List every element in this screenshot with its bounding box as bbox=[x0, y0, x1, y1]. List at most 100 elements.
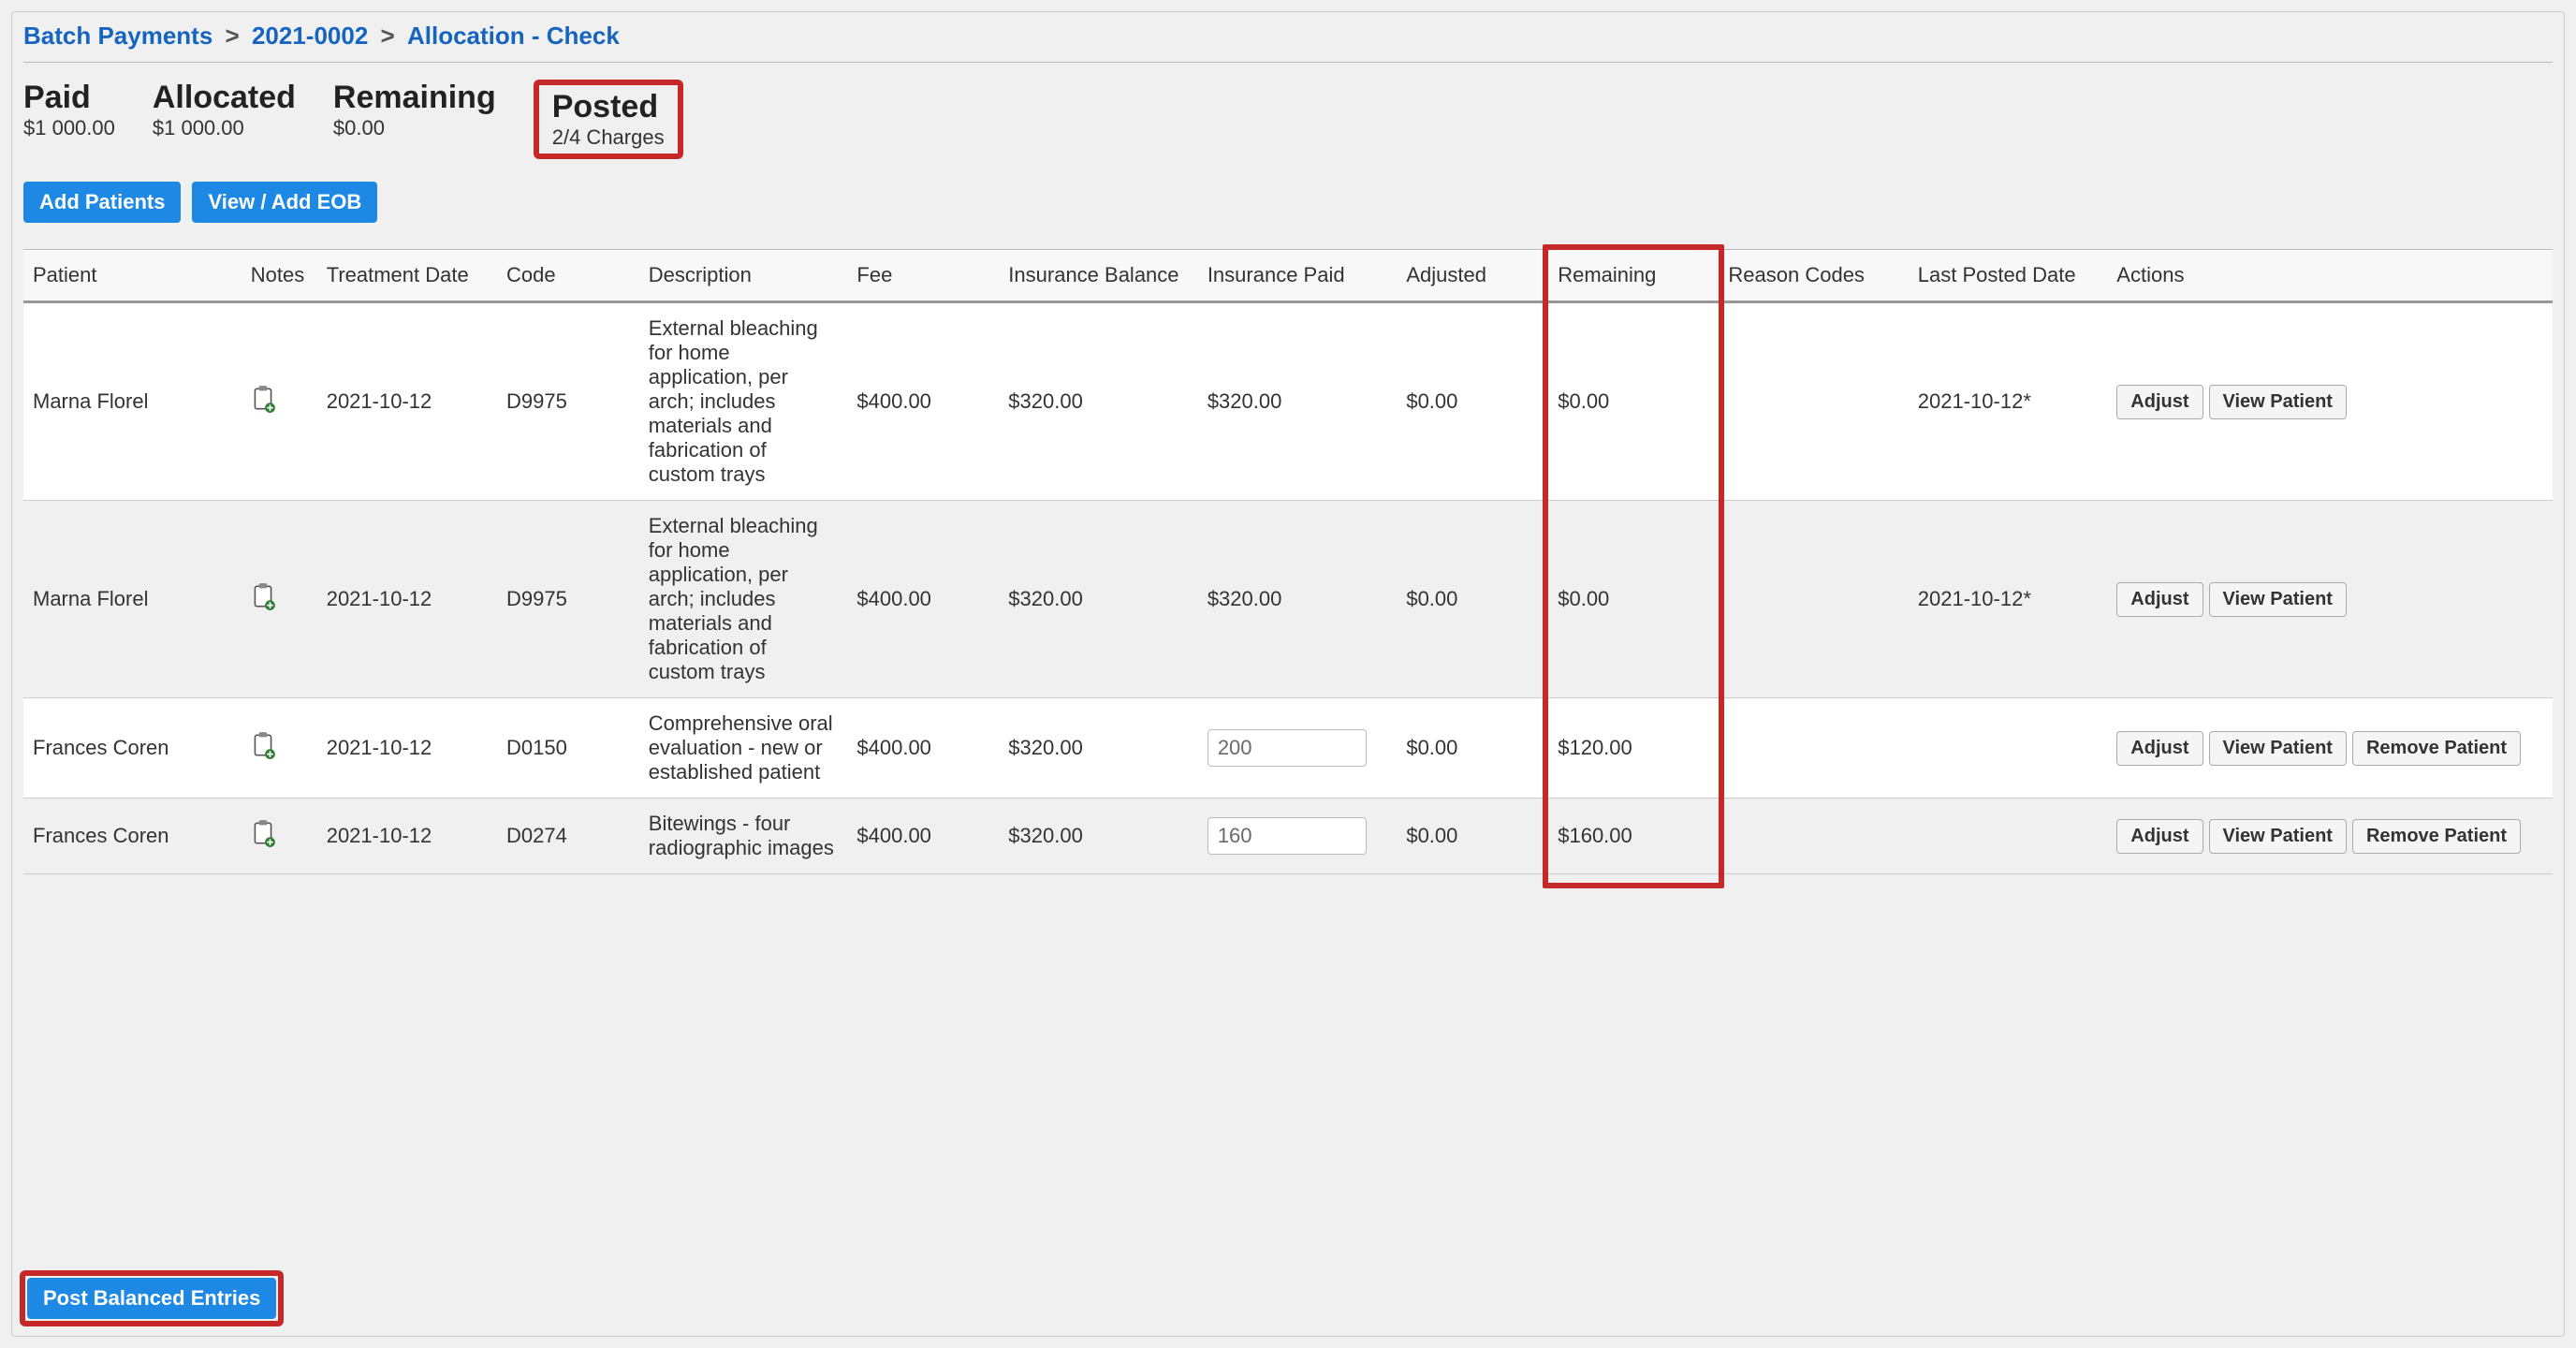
view-patient-button[interactable]: View Patient bbox=[2209, 731, 2347, 766]
cell-actions: AdjustView PatientRemove Patient bbox=[2107, 799, 2553, 874]
notes-clipboard-plus-icon[interactable] bbox=[251, 819, 275, 847]
cell-insurance-paid: $320.00 bbox=[1198, 501, 1398, 698]
post-balanced-entries-button[interactable]: Post Balanced Entries bbox=[27, 1278, 276, 1319]
notes-clipboard-plus-icon[interactable] bbox=[251, 731, 275, 759]
cell-notes bbox=[242, 799, 317, 874]
cell-remaining: $0.00 bbox=[1548, 302, 1719, 501]
summary-remaining-label: Remaining bbox=[333, 80, 496, 116]
summary-paid-value: $1 000.00 bbox=[23, 116, 115, 140]
th-actions: Actions bbox=[2107, 250, 2553, 302]
summary-allocated: Allocated $1 000.00 bbox=[153, 80, 296, 159]
cell-reason-codes bbox=[1719, 698, 1908, 799]
summary-posted: Posted 2/4 Charges bbox=[534, 80, 683, 159]
cell-treatment-date: 2021-10-12 bbox=[317, 501, 497, 698]
cell-patient: Marna Florel bbox=[23, 302, 242, 501]
view-patient-button[interactable]: View Patient bbox=[2209, 819, 2347, 854]
summary-remaining: Remaining $0.00 bbox=[333, 80, 496, 159]
breadcrumb-mid[interactable]: 2021-0002 bbox=[252, 22, 368, 50]
insurance-paid-input[interactable] bbox=[1208, 817, 1367, 855]
cell-fee: $400.00 bbox=[847, 501, 999, 698]
cell-remaining: $0.00 bbox=[1548, 501, 1719, 698]
notes-clipboard-plus-icon[interactable] bbox=[251, 385, 275, 413]
cell-patient: Frances Coren bbox=[23, 698, 242, 799]
th-insurance-balance[interactable]: Insurance Balance bbox=[999, 250, 1198, 302]
cell-actions: AdjustView PatientRemove Patient bbox=[2107, 698, 2553, 799]
adjust-button[interactable]: Adjust bbox=[2116, 819, 2203, 854]
adjust-button[interactable]: Adjust bbox=[2116, 731, 2203, 766]
th-notes[interactable]: Notes bbox=[242, 250, 317, 302]
summary-posted-value: 2/4 Charges bbox=[552, 125, 665, 150]
notes-clipboard-plus-icon[interactable] bbox=[251, 582, 275, 610]
cell-description: Comprehensive oral evaluation - new or e… bbox=[639, 698, 848, 799]
cell-last-posted bbox=[1909, 698, 2108, 799]
summary-row: Paid $1 000.00 Allocated $1 000.00 Remai… bbox=[23, 80, 2553, 159]
adjust-button[interactable]: Adjust bbox=[2116, 582, 2203, 617]
remove-patient-button[interactable]: Remove Patient bbox=[2352, 819, 2521, 854]
summary-paid-label: Paid bbox=[23, 80, 115, 116]
cell-treatment-date: 2021-10-12 bbox=[317, 698, 497, 799]
cell-insurance-paid bbox=[1198, 698, 1398, 799]
th-reason-codes[interactable]: Reason Codes bbox=[1719, 250, 1908, 302]
summary-remaining-value: $0.00 bbox=[333, 116, 496, 140]
cell-adjusted: $0.00 bbox=[1397, 501, 1548, 698]
cell-remaining: $160.00 bbox=[1548, 799, 1719, 874]
charges-table: Patient Notes Treatment Date Code Descri… bbox=[23, 249, 2553, 874]
cell-adjusted: $0.00 bbox=[1397, 698, 1548, 799]
insurance-paid-input[interactable] bbox=[1208, 729, 1367, 767]
cell-patient: Marna Florel bbox=[23, 501, 242, 698]
summary-posted-label: Posted bbox=[552, 89, 665, 125]
cell-fee: $400.00 bbox=[847, 799, 999, 874]
th-insurance-paid[interactable]: Insurance Paid bbox=[1198, 250, 1398, 302]
cell-insurance-balance: $320.00 bbox=[999, 302, 1198, 501]
cell-code: D9975 bbox=[497, 302, 639, 501]
breadcrumb-root[interactable]: Batch Payments bbox=[23, 22, 212, 50]
cell-insurance-balance: $320.00 bbox=[999, 799, 1198, 874]
cell-notes bbox=[242, 302, 317, 501]
cell-fee: $400.00 bbox=[847, 698, 999, 799]
post-balanced-highlight: Post Balanced Entries bbox=[20, 1270, 284, 1326]
cell-treatment-date: 2021-10-12 bbox=[317, 799, 497, 874]
cell-actions: AdjustView Patient bbox=[2107, 501, 2553, 698]
view-add-eob-button[interactable]: View / Add EOB bbox=[192, 182, 377, 223]
cell-reason-codes bbox=[1719, 302, 1908, 501]
cell-description: Bitewings - four radiographic images bbox=[639, 799, 848, 874]
cell-remaining: $120.00 bbox=[1548, 698, 1719, 799]
cell-notes bbox=[242, 698, 317, 799]
summary-paid: Paid $1 000.00 bbox=[23, 80, 115, 159]
th-patient[interactable]: Patient bbox=[23, 250, 242, 302]
breadcrumb-current: Allocation - Check bbox=[407, 22, 620, 50]
view-patient-button[interactable]: View Patient bbox=[2209, 582, 2347, 617]
cell-code: D9975 bbox=[497, 501, 639, 698]
th-code[interactable]: Code bbox=[497, 250, 639, 302]
th-treatment-date[interactable]: Treatment Date bbox=[317, 250, 497, 302]
table-row: Marna Florel 2021-10-12D9975External blea… bbox=[23, 501, 2553, 698]
table-row: Frances Coren 2021-10-12D0150Comprehensiv… bbox=[23, 698, 2553, 799]
th-fee[interactable]: Fee bbox=[847, 250, 999, 302]
th-description[interactable]: Description bbox=[639, 250, 848, 302]
cell-adjusted: $0.00 bbox=[1397, 799, 1548, 874]
cell-insurance-balance: $320.00 bbox=[999, 698, 1198, 799]
cell-treatment-date: 2021-10-12 bbox=[317, 302, 497, 501]
cell-code: D0274 bbox=[497, 799, 639, 874]
view-patient-button[interactable]: View Patient bbox=[2209, 385, 2347, 419]
cell-patient: Frances Coren bbox=[23, 799, 242, 874]
cell-notes bbox=[242, 501, 317, 698]
cell-description: External bleaching for home application,… bbox=[639, 501, 848, 698]
cell-actions: AdjustView Patient bbox=[2107, 302, 2553, 501]
th-remaining[interactable]: Remaining bbox=[1548, 250, 1719, 302]
cell-fee: $400.00 bbox=[847, 302, 999, 501]
remove-patient-button[interactable]: Remove Patient bbox=[2352, 731, 2521, 766]
cell-code: D0150 bbox=[497, 698, 639, 799]
cell-insurance-balance: $320.00 bbox=[999, 501, 1198, 698]
table-row: Frances Coren 2021-10-12D0274Bitewings - … bbox=[23, 799, 2553, 874]
th-adjusted[interactable]: Adjusted bbox=[1397, 250, 1548, 302]
adjust-button[interactable]: Adjust bbox=[2116, 385, 2203, 419]
cell-insurance-paid bbox=[1198, 799, 1398, 874]
cell-reason-codes bbox=[1719, 799, 1908, 874]
cell-last-posted: 2021-10-12* bbox=[1909, 501, 2108, 698]
cell-last-posted bbox=[1909, 799, 2108, 874]
breadcrumb: Batch Payments > 2021-0002 > Allocation … bbox=[23, 22, 2553, 56]
summary-allocated-value: $1 000.00 bbox=[153, 116, 296, 140]
th-last-posted[interactable]: Last Posted Date bbox=[1909, 250, 2108, 302]
add-patients-button[interactable]: Add Patients bbox=[23, 182, 181, 223]
